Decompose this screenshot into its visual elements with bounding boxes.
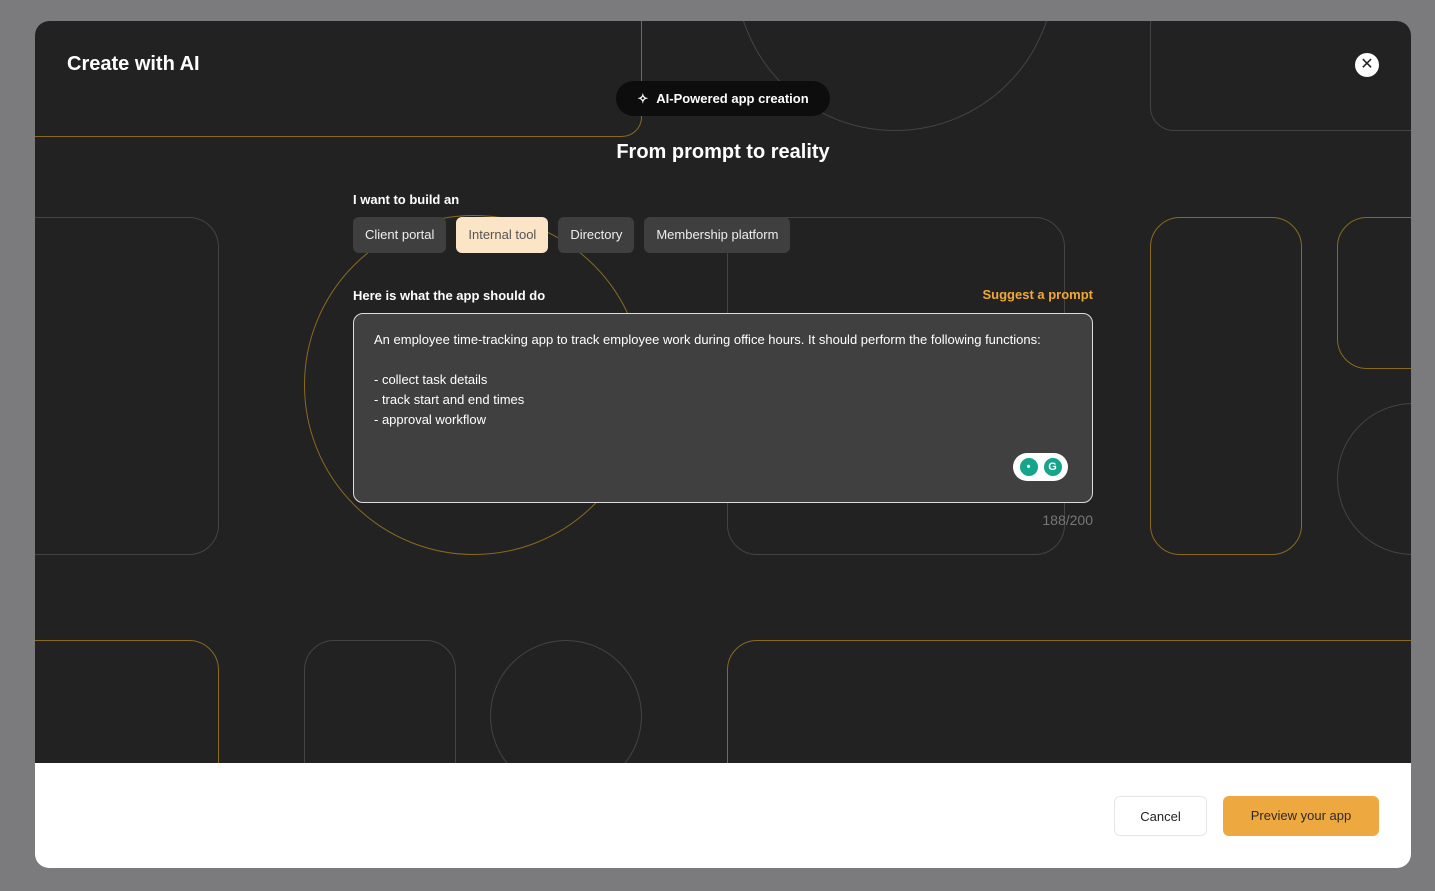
decor	[35, 217, 219, 555]
badge-label: AI-Powered app creation	[656, 91, 809, 106]
character-count: 188/200	[1042, 512, 1093, 528]
decor	[35, 21, 642, 137]
prompt-textarea[interactable]: An employee time-tracking app to track e…	[353, 313, 1093, 503]
prompt-label: Here is what the app should do	[353, 288, 546, 303]
chip-client-portal[interactable]: Client portal	[353, 217, 447, 253]
cancel-button[interactable]: Cancel	[1114, 796, 1207, 836]
create-with-ai-dialog: Create with AI ✕ ✧ AI-Powered app creati…	[35, 21, 1411, 868]
preview-app-button[interactable]: Preview your app	[1223, 796, 1379, 836]
chip-directory[interactable]: Directory	[558, 217, 635, 253]
chip-membership-platform[interactable]: Membership platform	[644, 217, 791, 253]
build-label: I want to build an	[353, 192, 460, 207]
decor	[1337, 403, 1411, 555]
decor	[1150, 21, 1411, 131]
decor	[1337, 217, 1411, 369]
app-type-options: Client portal Internal tool Directory Me…	[353, 217, 791, 253]
decor	[490, 640, 642, 763]
lightbulb-icon[interactable]: •	[1019, 458, 1038, 476]
decor	[727, 640, 1411, 763]
decor	[304, 640, 456, 763]
chip-internal-tool[interactable]: Internal tool	[456, 217, 549, 253]
suggest-prompt-link[interactable]: Suggest a prompt	[982, 287, 1093, 302]
dialog-body: Create with AI ✕ ✧ AI-Powered app creati…	[35, 21, 1411, 763]
page-heading: From prompt to reality	[616, 141, 830, 163]
sparkles-icon: ✧	[637, 90, 649, 106]
decor	[1150, 217, 1302, 555]
close-icon[interactable]: ✕	[1355, 53, 1379, 77]
decor	[35, 640, 219, 763]
grammarly-icon[interactable]: G	[1043, 458, 1062, 476]
dialog-title: Create with AI	[67, 53, 200, 75]
ai-powered-badge: ✧ AI-Powered app creation	[616, 81, 830, 116]
grammarly-widget[interactable]: • G	[1013, 453, 1068, 481]
